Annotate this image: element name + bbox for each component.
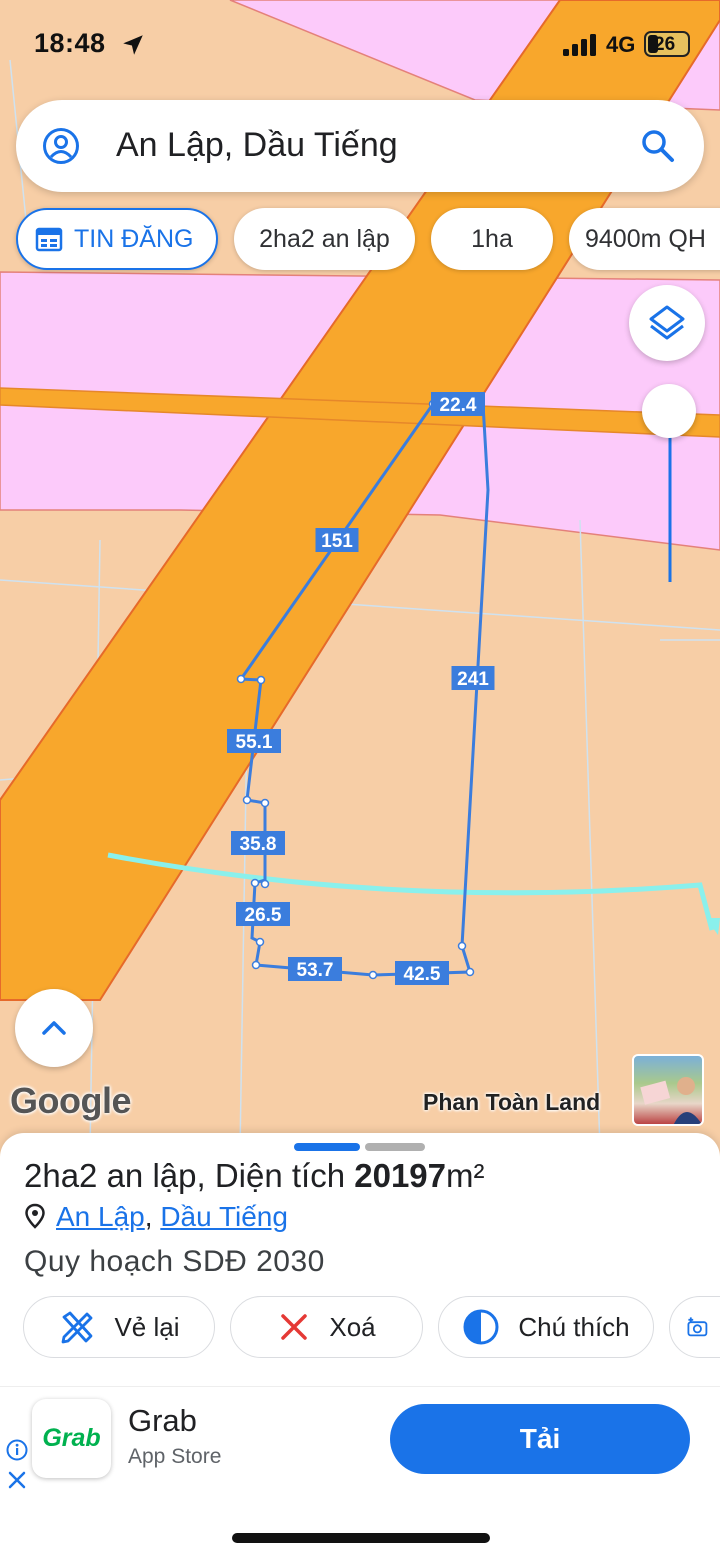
add-photo-button[interactable] — [669, 1296, 720, 1358]
expand-sheet-button[interactable] — [15, 989, 93, 1067]
redraw-icon — [62, 1311, 93, 1344]
page-indicator[interactable] — [365, 1143, 425, 1151]
segment-length-label: 22.4 — [431, 392, 485, 416]
chip-1ha[interactable]: 1ha — [431, 208, 553, 270]
ad-banner[interactable]: Grab Grab App Store Tải — [0, 1386, 720, 1496]
chip-label: 1ha — [471, 224, 513, 253]
segment-length-text: 151 — [321, 531, 353, 552]
account-icon[interactable] — [42, 127, 80, 165]
segment-length-text: 26.5 — [245, 905, 282, 926]
segment-length-label: 35.8 — [231, 831, 285, 855]
grab-logo: Grab — [32, 1399, 111, 1478]
search-query[interactable]: An Lập, Dầu Tiếng — [116, 126, 398, 165]
chevron-up-icon — [42, 1021, 66, 1035]
legend-icon — [463, 1309, 499, 1345]
location-arrow-icon — [123, 35, 143, 55]
chip-label: TIN ĐĂNG — [74, 224, 194, 253]
layers-button[interactable] — [629, 285, 705, 361]
battery-level: 26 — [654, 34, 676, 55]
segment-length-label: 55.1 — [227, 729, 281, 753]
chip-label: 9400m QH — [585, 224, 706, 253]
author-avatar[interactable] — [632, 1054, 704, 1126]
action-buttons: Vẻ lại Xoá Chú thích — [0, 1296, 720, 1358]
segment-length-text: 55.1 — [236, 732, 273, 753]
parcel-area-label: Diện tích — [214, 1157, 346, 1194]
delete-button[interactable]: Xoá — [230, 1296, 423, 1358]
opacity-slider-knob[interactable] — [642, 384, 696, 438]
legend-button[interactable]: Chú thích — [438, 1296, 654, 1358]
segment-length-label: 151 — [315, 528, 359, 552]
segment-length-label: 241 — [451, 666, 495, 690]
ward-link[interactable]: An Lập — [56, 1201, 145, 1232]
segment-length-label: 42.5 — [395, 961, 449, 985]
close-icon — [281, 1314, 308, 1340]
segment-length-text: 22.4 — [440, 395, 477, 416]
legend-label: Chú thích — [518, 1311, 630, 1342]
home-indicator[interactable] — [232, 1533, 490, 1543]
location-separator: , — [144, 1201, 161, 1232]
install-button[interactable]: Tải — [390, 1404, 690, 1474]
google-logo: Google — [10, 1080, 132, 1121]
pin-icon — [25, 1203, 45, 1229]
parcel-title: 2ha2 an lập, Diện tích 20197m² — [24, 1157, 485, 1194]
parcel-name: 2ha2 an lập — [24, 1157, 197, 1194]
redraw-label: Vẻ lại — [114, 1311, 180, 1342]
close-icon[interactable] — [6, 1469, 28, 1491]
district-link[interactable]: Dầu Tiếng — [160, 1201, 288, 1232]
parcel-area-value: 20197 — [354, 1157, 447, 1194]
planning-label: Quy hoạch SDĐ 2030 — [24, 1245, 325, 1278]
chip-tin-dang[interactable]: TIN ĐĂNG — [16, 208, 218, 270]
search-icon[interactable] — [640, 128, 676, 164]
segment-length-text: 35.8 — [240, 834, 277, 855]
author-name: Phan Toàn Land — [423, 1089, 601, 1115]
search-bar[interactable]: An Lập, Dầu Tiếng — [16, 100, 704, 192]
grab-logo-text: Grab — [42, 1424, 101, 1452]
segment-length-label: 53.7 — [288, 957, 342, 981]
avatar-image — [640, 1077, 702, 1124]
chip-2ha2-an-lap[interactable]: 2ha2 an lập — [234, 208, 415, 270]
ad-app-name: Grab — [128, 1403, 197, 1438]
status-bar: 18:48 4G 26 — [0, 0, 720, 90]
signal-icon — [563, 34, 596, 56]
layers-icon — [649, 305, 685, 340]
redraw-button[interactable]: Vẻ lại — [23, 1296, 215, 1358]
parcel-location: An Lập, Dầu Tiếng — [24, 1201, 288, 1233]
segment-length-label: 26.5 — [236, 902, 290, 926]
add-photo-icon — [687, 1317, 708, 1337]
calendar-icon — [35, 227, 63, 252]
segment-length-text: 53.7 — [297, 960, 334, 981]
status-time: 18:48 — [34, 28, 106, 58]
parcel-area-unit: m² — [446, 1157, 485, 1194]
chip-9400m-qh[interactable]: 9400m QH — [569, 208, 720, 270]
ad-store-name: App Store — [128, 1445, 222, 1468]
segment-length-text: 42.5 — [404, 964, 441, 985]
delete-label: Xoá — [329, 1311, 376, 1342]
info-icon[interactable] — [6, 1439, 28, 1461]
chip-label: 2ha2 an lập — [259, 224, 390, 253]
battery-icon: 26 — [644, 31, 690, 57]
segment-length-text: 241 — [457, 669, 489, 690]
network-type: 4G — [606, 32, 636, 57]
filter-chips: TIN ĐĂNG 2ha2 an lập 1ha 9400m QH — [16, 208, 720, 270]
page-indicator-active — [294, 1143, 360, 1151]
